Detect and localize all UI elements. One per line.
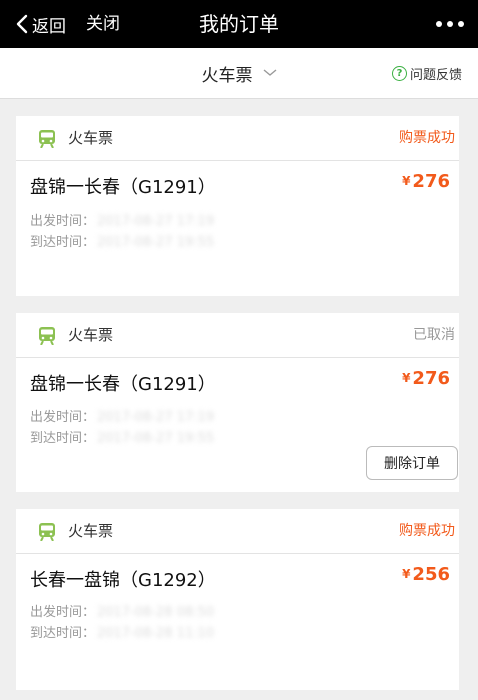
departure-label: 出发时间： <box>30 605 96 620</box>
train-icon <box>39 327 55 345</box>
price-value: 256 <box>412 564 450 585</box>
order-card-header: 火车票 购票成功 <box>16 116 459 161</box>
category-dropdown-label: 火车票 <box>201 65 253 86</box>
order-card-header: 火车票 购票成功 <box>16 509 459 554</box>
arrival-value: 2017-08-27 19:55 <box>97 431 215 446</box>
order-type: 火车票 <box>68 522 114 540</box>
departure-value: 2017-08-27 17:19 <box>97 214 215 229</box>
train-icon <box>39 130 55 148</box>
arrival-label: 到达时间： <box>30 431 96 446</box>
price-value: 276 <box>412 171 450 192</box>
order-price: ¥276 <box>402 368 450 389</box>
order-card[interactable]: 火车票 购票成功 长春一盘锦（G1292） ¥256 出发时间： 2017-08-… <box>16 509 459 690</box>
back-button[interactable]: 返回 <box>16 0 66 48</box>
close-button[interactable]: 关闭 <box>86 0 120 48</box>
more-menu-button[interactable] <box>436 0 464 48</box>
currency-symbol: ¥ <box>402 371 411 385</box>
currency-symbol: ¥ <box>402 567 411 581</box>
arrival-time: 到达时间： 2017-08-27 19:55 <box>30 427 214 446</box>
departure-time: 出发时间： 2017-08-28 08:50 <box>30 601 214 620</box>
train-icon <box>39 523 55 541</box>
order-card[interactable]: 火车票 购票成功 盘锦一长春（G1291） ¥276 出发时间： 2017-08-… <box>16 116 459 296</box>
feedback-label: 问题反馈 <box>409 67 462 83</box>
back-label: 返回 <box>32 16 66 37</box>
more-dots-icon <box>436 21 442 27</box>
order-price: ¥276 <box>402 171 450 192</box>
departure-time: 出发时间： 2017-08-27 17:19 <box>30 210 214 229</box>
arrival-label: 到达时间： <box>30 235 96 250</box>
help-icon: ? <box>391 65 407 81</box>
arrival-label: 到达时间： <box>30 626 96 641</box>
filter-bar: 火车票 ? 问题反馈 <box>0 48 478 99</box>
chevron-left-icon <box>16 14 28 34</box>
train-route: 盘锦一长春（G1291） <box>30 374 216 395</box>
arrival-value: 2017-08-28 11:10 <box>97 626 215 641</box>
arrival-time: 到达时间： 2017-08-28 11:10 <box>30 622 214 641</box>
order-type: 火车票 <box>68 129 114 147</box>
arrival-time: 到达时间： 2017-08-27 19:55 <box>30 231 214 250</box>
order-card[interactable]: 火车票 已取消 盘锦一长春（G1291） ¥276 出发时间： 2017-08-2… <box>16 313 459 492</box>
departure-label: 出发时间： <box>30 214 96 229</box>
currency-symbol: ¥ <box>402 174 411 188</box>
arrival-value: 2017-08-27 19:55 <box>97 235 215 250</box>
order-price: ¥256 <box>402 564 450 585</box>
delete-order-button[interactable]: 删除订单 <box>366 446 458 480</box>
order-status: 已取消 <box>413 327 455 343</box>
order-status: 购票成功 <box>399 523 455 539</box>
departure-value: 2017-08-28 08:50 <box>97 605 215 620</box>
navigation-bar: 返回 关闭 我的订单 <box>0 0 478 48</box>
train-route: 长春一盘锦（G1292） <box>30 570 216 591</box>
order-card-header: 火车票 已取消 <box>16 313 459 358</box>
feedback-link[interactable]: ? 问题反馈 <box>391 48 462 98</box>
page-title: 我的订单 <box>199 12 279 36</box>
order-status: 购票成功 <box>399 130 455 146</box>
departure-time: 出发时间： 2017-08-27 17:19 <box>30 406 214 425</box>
chevron-down-icon <box>263 69 276 76</box>
train-route: 盘锦一长春（G1291） <box>30 177 216 198</box>
price-value: 276 <box>412 368 450 389</box>
departure-value: 2017-08-27 17:19 <box>97 410 215 425</box>
departure-label: 出发时间： <box>30 410 96 425</box>
order-type: 火车票 <box>68 326 114 344</box>
